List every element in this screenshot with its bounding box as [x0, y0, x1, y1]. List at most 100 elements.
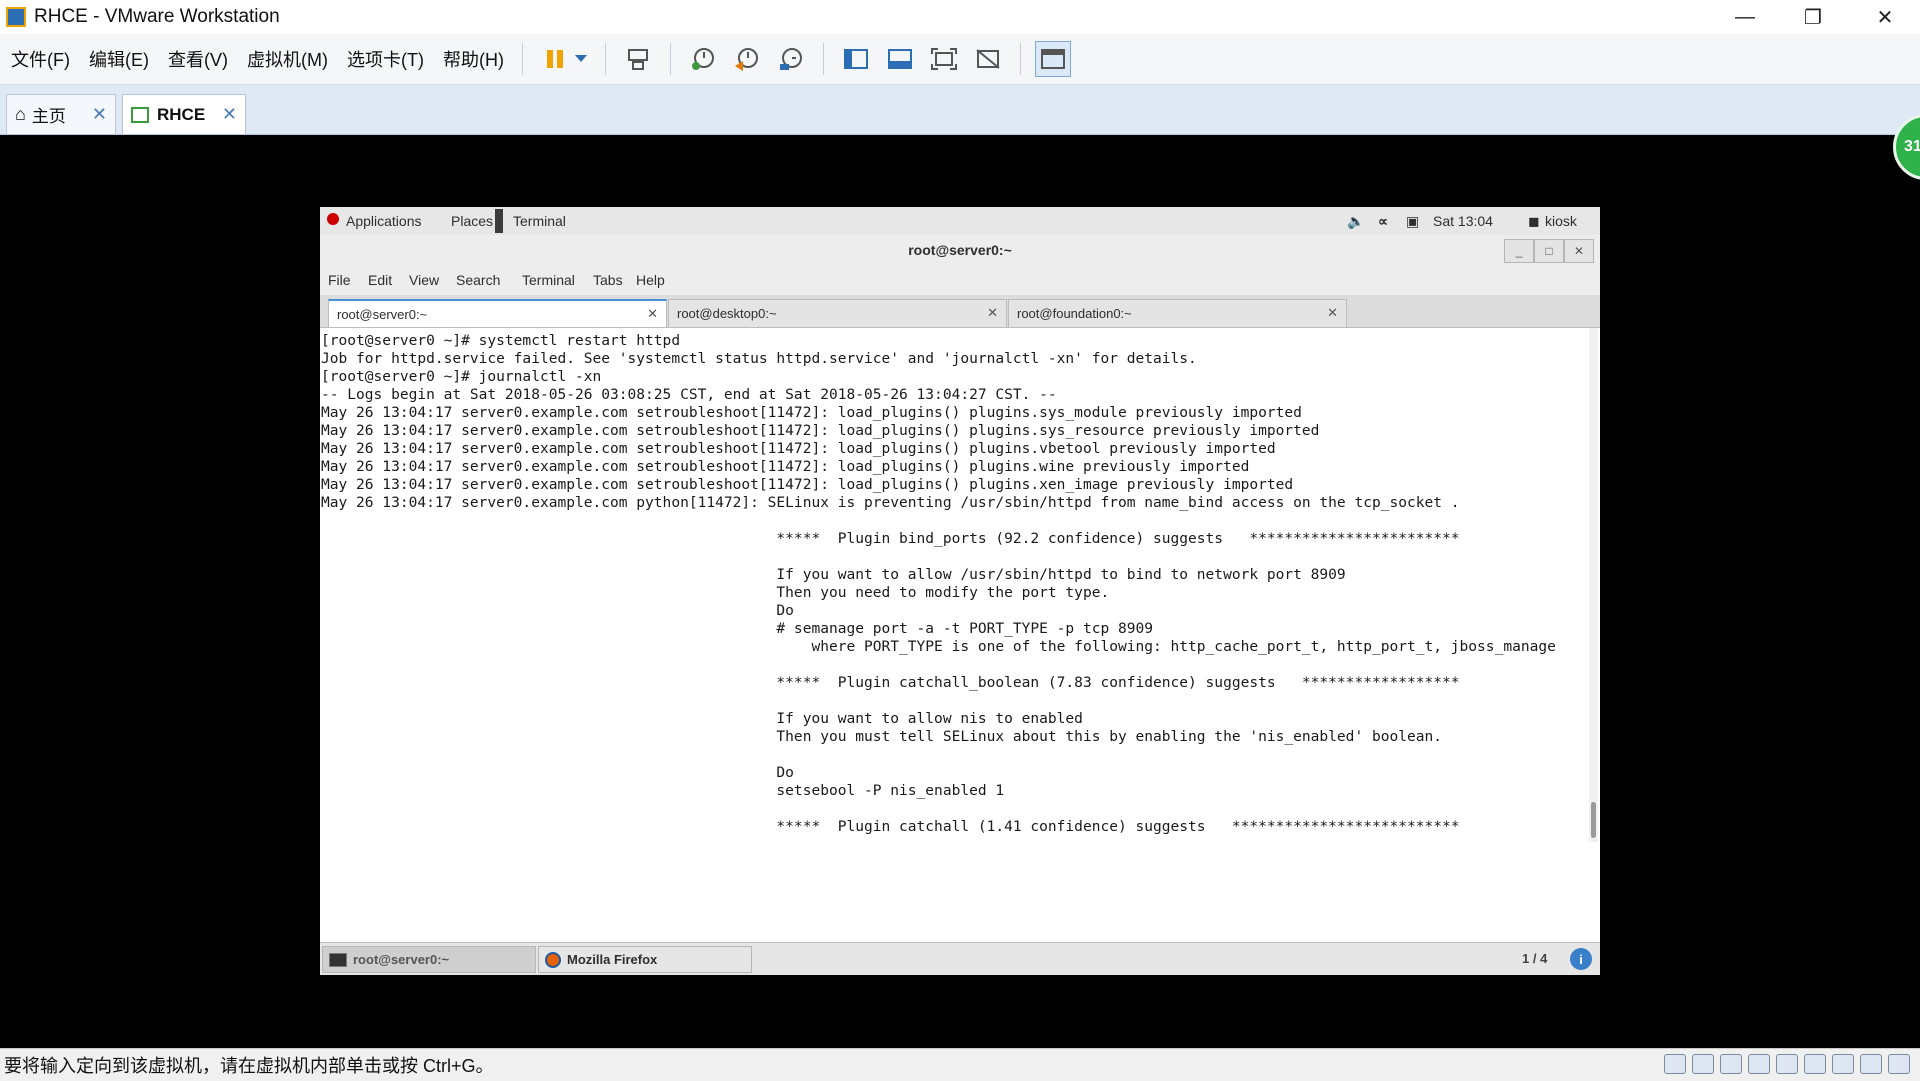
- terminal-line: Then you must tell SELinux about this by…: [321, 728, 1443, 745]
- menu-edit[interactable]: Edit: [368, 272, 392, 288]
- chevron-down-icon[interactable]: [571, 41, 591, 77]
- send-ctrl-alt-del-icon[interactable]: [620, 41, 656, 77]
- guest-screen[interactable]: Applications Places Terminal 🔈 ∝ ▣ Sat 1…: [320, 207, 1600, 975]
- menu-help[interactable]: Help: [636, 272, 665, 288]
- tab-home[interactable]: ⌂ 主页 ✕: [6, 94, 116, 134]
- menu-search[interactable]: Search: [456, 272, 500, 288]
- task-firefox[interactable]: Mozilla Firefox: [538, 946, 752, 973]
- close-icon[interactable]: ✕: [647, 306, 658, 322]
- menu-view[interactable]: View: [409, 272, 439, 288]
- task-terminal[interactable]: root@server0:~: [322, 946, 536, 973]
- snapshot-manager-icon[interactable]: [773, 41, 809, 77]
- message-icon[interactable]: [1888, 1054, 1910, 1074]
- menu-tabs[interactable]: Tabs: [593, 272, 623, 288]
- network-adapter-icon[interactable]: [1720, 1054, 1742, 1074]
- close-icon[interactable]: ✕: [1850, 0, 1920, 34]
- menu-tabs[interactable]: 选项卡(T): [339, 46, 432, 72]
- menu-file[interactable]: 文件(F): [3, 46, 78, 72]
- tab-foundation0[interactable]: root@foundation0:~ ✕: [1008, 299, 1347, 327]
- window-titlebar: RHCE - VMware Workstation — ❐ ✕: [0, 0, 1920, 34]
- sound-icon[interactable]: [1804, 1054, 1826, 1074]
- status-message: 要将输入定向到该虚拟机，请在虚拟机内部单击或按 Ctrl+G。: [4, 1056, 494, 1076]
- thumbnail-bar-icon[interactable]: [882, 41, 918, 77]
- close-icon[interactable]: ✕: [1327, 305, 1338, 321]
- menu-terminal[interactable]: Terminal: [522, 272, 575, 288]
- terminal-line: # semanage port -a -t PORT_TYPE -p tcp 8…: [321, 620, 1154, 637]
- info-icon[interactable]: i: [1570, 948, 1592, 970]
- close-icon[interactable]: ✕: [92, 104, 107, 125]
- menu-edit[interactable]: 编辑(E): [81, 46, 157, 72]
- clock[interactable]: Sat 13:04: [1433, 213, 1493, 229]
- restore-icon[interactable]: ❐: [1778, 0, 1848, 34]
- task-label: root@server0:~: [353, 952, 450, 967]
- host-tab-bar: ⌂ 主页 ✕ RHCE ✕: [0, 85, 1920, 135]
- scrollbar-thumb[interactable]: [1591, 802, 1596, 838]
- pause-icon[interactable]: [537, 41, 573, 77]
- unity-icon[interactable]: [970, 41, 1006, 77]
- usb-icon[interactable]: [1832, 1054, 1854, 1074]
- toolbar-separator: [604, 43, 606, 75]
- terminal-scrollbar[interactable]: [1589, 328, 1598, 842]
- minimize-icon[interactable]: _: [1504, 239, 1534, 263]
- tab-desktop0[interactable]: root@desktop0:~ ✕: [668, 299, 1007, 327]
- cdrom-icon[interactable]: [1692, 1054, 1714, 1074]
- terminal-line: ***** Plugin catchall (1.41 confidence) …: [321, 818, 1460, 835]
- snapshot-take-icon[interactable]: [685, 41, 721, 77]
- terminal-line: Do: [321, 764, 794, 781]
- close-icon[interactable]: ✕: [1564, 239, 1594, 263]
- terminal-line: -- Logs begin at Sat 2018-05-26 03:08:25…: [321, 386, 1057, 403]
- workspace-pager[interactable]: 1 / 4: [1522, 951, 1547, 966]
- maximize-icon[interactable]: □: [1534, 239, 1564, 263]
- terminal-line: [root@server0 ~]# systemctl restart http…: [321, 332, 681, 349]
- fullscreen-icon[interactable]: [926, 41, 962, 77]
- terminal-line: If you want to allow /usr/sbin/httpd to …: [321, 566, 1346, 583]
- terminal-line: setsebool -P nis_enabled 1: [321, 782, 1005, 799]
- firefox-icon: [545, 951, 561, 968]
- network-adapter-icon[interactable]: [1748, 1054, 1770, 1074]
- volume-icon[interactable]: 🔈: [1347, 213, 1364, 230]
- hdd-icon[interactable]: [1664, 1054, 1686, 1074]
- terminal-line: May 26 13:04:17 server0.example.com setr…: [321, 476, 1294, 493]
- home-icon: ⌂: [15, 104, 26, 124]
- toolbar-separator: [669, 43, 671, 75]
- terminal-line: May 26 13:04:17 server0.example.com setr…: [321, 404, 1302, 421]
- close-icon[interactable]: ✕: [222, 104, 237, 125]
- terminal-line: ***** Plugin catchall_boolean (7.83 conf…: [321, 674, 1460, 691]
- menu-vm[interactable]: 虚拟机(M): [239, 46, 336, 72]
- terminal-line: where PORT_TYPE is one of the following:…: [321, 638, 1556, 655]
- user-icon: ◼: [1528, 213, 1540, 229]
- gnome-taskbar: root@server0:~ Mozilla Firefox 1 / 4 i: [320, 942, 1600, 975]
- places-menu[interactable]: Places: [451, 213, 493, 229]
- menu-view[interactable]: 查看(V): [160, 46, 236, 72]
- terminal-window-title: root@server0:~: [320, 235, 1600, 265]
- tab-label: root@desktop0:~: [677, 306, 777, 321]
- terminal-app-menu[interactable]: Terminal: [513, 213, 566, 229]
- terminal-line: May 26 13:04:17 server0.example.com setr…: [321, 440, 1276, 457]
- network-icon[interactable]: ▣: [1406, 213, 1419, 230]
- device-icons: [1664, 1054, 1910, 1074]
- toolbar-separator: [521, 43, 523, 75]
- menu-toolbar: 文件(F) 编辑(E) 查看(V) 虚拟机(M) 选项卡(T) 帮助(H): [0, 34, 1920, 85]
- terminal-line: May 26 13:04:17 server0.example.com setr…: [321, 458, 1250, 475]
- console-view-icon[interactable]: [1034, 41, 1071, 77]
- applications-menu[interactable]: Applications: [346, 213, 422, 229]
- menu-help[interactable]: 帮助(H): [435, 46, 512, 72]
- display-icon[interactable]: [1860, 1054, 1882, 1074]
- printer-icon[interactable]: [1776, 1054, 1798, 1074]
- show-library-icon[interactable]: [838, 41, 874, 77]
- terminal-window-controls: _ □ ✕: [1504, 239, 1594, 263]
- bluetooth-icon[interactable]: ∝: [1378, 213, 1388, 230]
- close-icon[interactable]: ✕: [987, 305, 998, 321]
- toolbar-separator: [822, 43, 824, 75]
- snapshot-revert-icon[interactable]: [729, 41, 765, 77]
- tab-server0[interactable]: root@server0:~ ✕: [328, 299, 667, 327]
- terminal-line: Do: [321, 602, 794, 619]
- tab-rhce[interactable]: RHCE ✕: [122, 94, 246, 134]
- user-menu[interactable]: kiosk: [1545, 213, 1577, 229]
- task-label: Mozilla Firefox: [567, 952, 658, 967]
- menu-file[interactable]: File: [328, 272, 351, 288]
- minimize-icon[interactable]: —: [1710, 0, 1780, 34]
- terminal-output[interactable]: [root@server0 ~]# systemctl restart http…: [320, 328, 1586, 846]
- terminal-line: [root@server0 ~]# journalctl -xn: [321, 368, 602, 385]
